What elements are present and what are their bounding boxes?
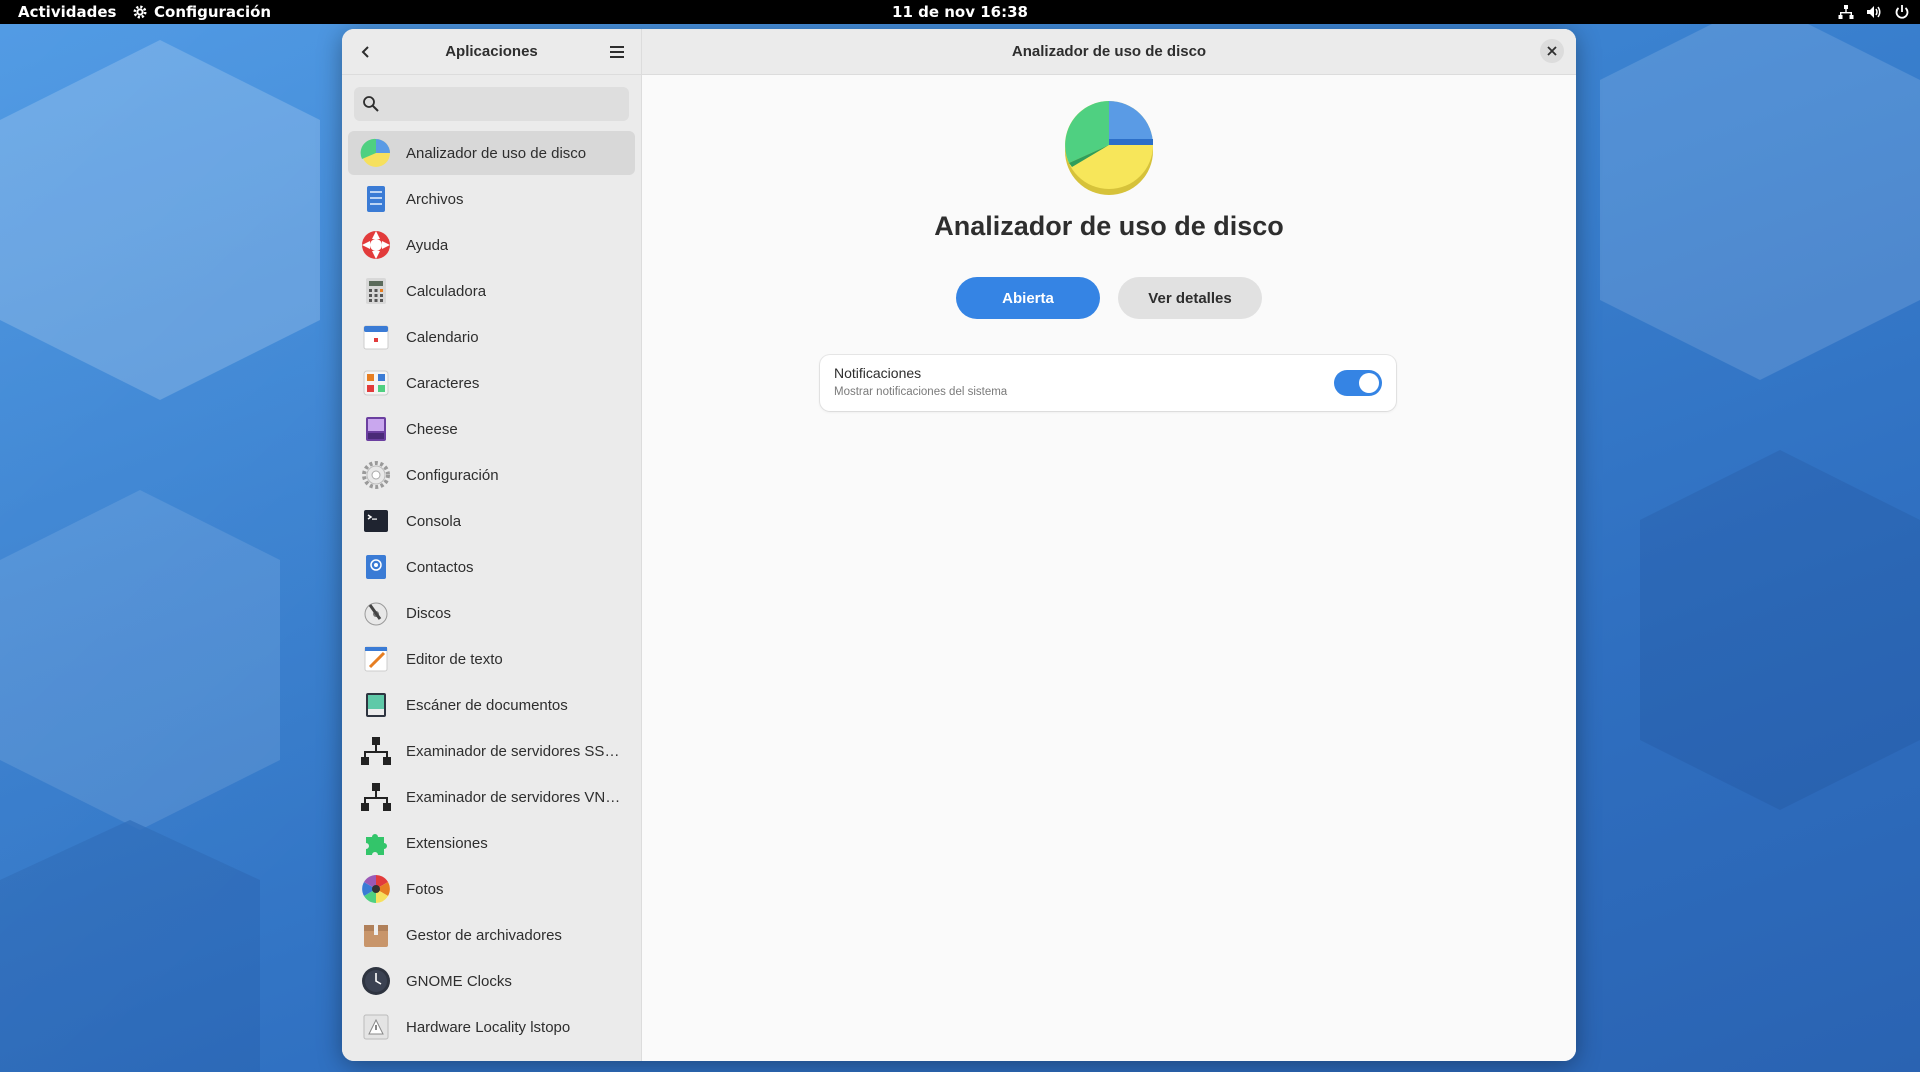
list-item-label: Extensiones	[406, 834, 488, 852]
archive-icon	[360, 919, 392, 951]
extensions-icon	[360, 827, 392, 859]
list-item[interactable]: Analizador de uso de disco	[348, 131, 635, 175]
volume-icon	[1867, 6, 1881, 18]
list-item[interactable]: Archivos	[348, 177, 635, 221]
list-item[interactable]: Examinador de servidores SSH…	[348, 729, 635, 773]
list-item-label: Discos	[406, 604, 452, 622]
app-name: Analizador de uso de disco	[934, 211, 1284, 241]
clocks-icon	[360, 965, 392, 997]
cheese-icon	[360, 413, 392, 445]
list-item[interactable]: Fotos	[348, 867, 635, 911]
settings-icon	[360, 459, 392, 491]
app-menu[interactable]: Configuración	[132, 0, 271, 24]
help-icon	[360, 229, 392, 261]
list-item-label: Editor de texto	[406, 650, 503, 668]
scanner-icon	[360, 689, 392, 721]
network-icon	[1838, 5, 1854, 19]
list-item[interactable]: Calendario	[348, 315, 635, 359]
hamburger-icon	[610, 46, 624, 58]
list-item-label: Fotos	[406, 880, 444, 898]
list-item[interactable]: GNOME Clocks	[348, 959, 635, 1003]
list-item[interactable]: Calculadora	[348, 269, 635, 313]
text-editor-icon	[360, 643, 392, 675]
list-item[interactable]: Cheese	[348, 407, 635, 451]
contacts-icon	[360, 551, 392, 583]
lstopo-icon	[360, 1011, 392, 1043]
list-item-label: Cheese	[406, 420, 458, 438]
files-icon	[360, 183, 392, 215]
calendar-icon	[360, 321, 392, 353]
chevron-left-icon	[361, 46, 369, 58]
list-item[interactable]: Caracteres	[348, 361, 635, 405]
notifications-title: Notificaciones	[834, 365, 922, 381]
sidebar: Aplicaciones Analizador de uso de disco …	[342, 29, 642, 1061]
characters-icon	[360, 367, 392, 399]
power-icon	[1895, 5, 1909, 19]
list-item[interactable]: Examinador de servidores VNC…	[348, 775, 635, 819]
list-item-label: GNOME Clocks	[406, 972, 512, 990]
list-item[interactable]: Hardware Locality lstopo	[348, 1005, 635, 1049]
toggle-knob	[1359, 373, 1379, 393]
notifications-subtitle: Mostrar notificaciones del sistema	[834, 386, 1008, 398]
actions-row: Abierta Ver detalles	[642, 277, 1576, 319]
list-item[interactable]: Ayuda	[348, 223, 635, 267]
system-tray[interactable]	[1838, 0, 1910, 24]
list-item-label: Caracteres	[406, 374, 480, 392]
list-item[interactable]: Extensiones	[348, 821, 635, 865]
app-list: Analizador de uso de disco Archivos Ayud…	[342, 131, 641, 1049]
list-item[interactable]: Escáner de documentos	[348, 683, 635, 727]
list-item-label: Examinador de servidores VNC…	[406, 788, 621, 806]
notifications-toggle[interactable]	[1334, 370, 1382, 396]
top-bar: Actividades Configuración 11 de nov 16:3…	[0, 0, 1920, 24]
activities-button[interactable]: Actividades	[18, 0, 116, 24]
view-details-button[interactable]: Ver detalles	[1118, 277, 1262, 319]
list-item-label: Analizador de uso de disco	[406, 144, 587, 162]
close-button[interactable]	[1540, 39, 1564, 63]
disks-icon	[360, 597, 392, 629]
list-item[interactable]: Editor de texto	[348, 637, 635, 681]
sidebar-header: Aplicaciones	[342, 29, 641, 75]
settings-window: Aplicaciones Analizador de uso de disco …	[342, 29, 1576, 1061]
console-icon	[360, 505, 392, 537]
app-menu-label: Configuración	[154, 3, 272, 21]
close-icon	[1547, 46, 1557, 56]
list-item[interactable]: Discos	[348, 591, 635, 635]
sidebar-title: Aplicaciones	[445, 43, 538, 60]
list-item[interactable]: Configuración	[348, 453, 635, 497]
gear-icon	[133, 5, 147, 19]
list-item[interactable]: Consola	[348, 499, 635, 543]
disk-usage-icon	[1065, 101, 1153, 195]
list-item-label: Contactos	[406, 558, 474, 576]
list-item-label: Consola	[406, 512, 462, 530]
list-item[interactable]: Contactos	[348, 545, 635, 589]
app-details-panel: Analizador de uso de disco Analizador de…	[642, 29, 1576, 1061]
clock[interactable]: 11 de nov 16:38	[892, 0, 1028, 24]
list-item-label: Examinador de servidores SSH…	[406, 742, 621, 760]
disk-usage-icon	[360, 137, 392, 169]
open-button[interactable]: Abierta	[956, 277, 1100, 319]
search-icon	[363, 96, 379, 112]
network-icon	[360, 735, 392, 767]
back-button[interactable]	[352, 38, 380, 66]
search-input[interactable]	[386, 87, 616, 121]
list-item-label: Escáner de documentos	[406, 696, 568, 714]
network-icon	[360, 781, 392, 813]
page-title: Analizador de uso de disco	[1011, 43, 1207, 60]
list-item-label: Ayuda	[406, 236, 449, 254]
menu-button[interactable]	[603, 38, 631, 66]
list-item-label: Configuración	[406, 466, 499, 484]
header-bar: Analizador de uso de disco	[642, 29, 1576, 75]
list-item-label: Hardware Locality lstopo	[406, 1018, 571, 1036]
list-item-label: Gestor de archivadores	[406, 926, 562, 944]
photos-icon	[360, 873, 392, 905]
list-item-label: Calendario	[406, 328, 479, 346]
notifications-row: Notificaciones Mostrar notificaciones de…	[820, 355, 1396, 411]
list-item-label: Calculadora	[406, 282, 487, 300]
calculator-icon	[360, 275, 392, 307]
list-item-label: Archivos	[406, 190, 464, 208]
search-box[interactable]	[354, 87, 629, 121]
list-item[interactable]: Gestor de archivadores	[348, 913, 635, 957]
